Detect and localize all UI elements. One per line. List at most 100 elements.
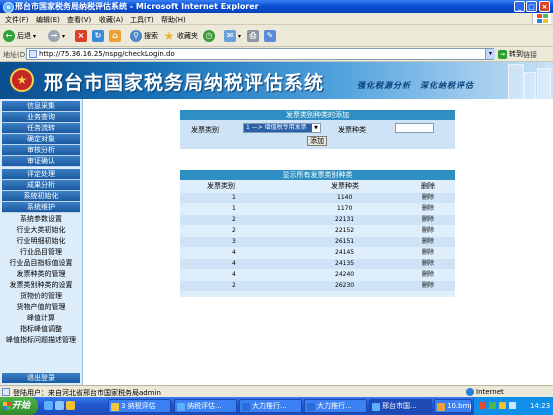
maximize-button[interactable]: □ — [526, 1, 537, 12]
menu-favorites[interactable]: 收藏(A) — [99, 15, 123, 25]
volume-icon[interactable] — [509, 402, 516, 409]
menu-view[interactable]: 查看(V) — [67, 15, 91, 25]
address-input[interactable]: http://75.36.16.25/nspg/checkLogin.do — [26, 48, 494, 60]
refresh-button[interactable]: ↻ — [92, 28, 106, 44]
menu-info-collection[interactable]: 信息采集 — [2, 101, 80, 112]
logout-button[interactable]: 退出登录 — [2, 373, 80, 383]
start-button[interactable]: 开始 — [0, 397, 38, 415]
print-button[interactable]: ⎙ — [247, 28, 261, 44]
forward-button[interactable]: → ▾ — [48, 28, 65, 44]
globe-icon — [466, 388, 474, 396]
mail-button[interactable]: ✉ ▾ — [224, 28, 241, 44]
menu-audit-analysis[interactable]: 审核分析 — [2, 145, 80, 156]
input-method-icon[interactable] — [499, 402, 506, 409]
building-decoration — [537, 68, 551, 101]
menu-system-init[interactable]: 系统初始化 — [2, 191, 80, 202]
submenu-industry-class-init[interactable]: 行业大类初始化 — [2, 225, 80, 235]
word-icon — [242, 403, 250, 411]
search-icon: ⚲ — [130, 30, 142, 42]
submenu-item-indicator-settings[interactable]: 行业品目指标值设置 — [2, 258, 80, 268]
task-item[interactable]: 邢台市国... — [369, 399, 432, 413]
submenu-industry-detail-init[interactable]: 行业明细初始化 — [2, 236, 80, 246]
submenu-peak-adjust[interactable]: 指标峰值调整 — [2, 324, 80, 334]
menu-tools[interactable]: 工具(T) — [130, 15, 154, 25]
delete-link[interactable]: 删除 — [422, 237, 434, 247]
banner: ★ 邢台市国家税务局纳税评估系统 强化税源分析 深化纳税评估 — [0, 62, 553, 101]
submenu-goods-output[interactable]: 货物产值的管理 — [2, 302, 80, 312]
menu-verification[interactable]: 审证确认 — [2, 156, 80, 167]
cell-species: 22152 — [335, 227, 355, 234]
ie-icon: e — [3, 2, 14, 13]
cell-species: 24135 — [335, 260, 355, 267]
network-icon[interactable] — [489, 402, 496, 409]
banner-slogan: 强化税源分析 深化纳税评估 — [357, 80, 474, 90]
task-item[interactable]: 10.bmp - ... — [434, 399, 472, 413]
submenu-peak-problem-desc[interactable]: 峰值指标问题描述管理 — [2, 335, 80, 345]
search-button[interactable]: ⚲ 搜索 — [130, 28, 158, 44]
delete-link[interactable]: 删除 — [422, 248, 434, 258]
task-label: 邢台市国... — [382, 402, 417, 410]
building-decoration — [508, 64, 524, 101]
close-button[interactable]: × — [539, 1, 550, 12]
cell-type: 2 — [232, 216, 236, 223]
word-icon — [307, 403, 315, 411]
edit-button[interactable]: ✎ — [264, 28, 278, 44]
menu-result-analysis[interactable]: 成果分析 — [2, 180, 80, 191]
delete-link[interactable]: 删除 — [422, 215, 434, 225]
status-bar: 登陆用户：来自河北省邢台市国家税务局admin Internet — [0, 385, 553, 397]
history-button[interactable]: ◷ — [203, 28, 217, 44]
task-item[interactable]: 3 纳税评估 — [108, 399, 171, 413]
stop-icon: × — [75, 30, 87, 42]
address-dropdown-icon[interactable]: ▾ — [485, 49, 495, 59]
table-row: 4 24145 删除 — [180, 248, 455, 258]
antivirus-icon[interactable] — [479, 402, 486, 409]
delete-link[interactable]: 删除 — [422, 226, 434, 236]
add-button[interactable]: 添加 — [307, 136, 327, 146]
menu-system-maintenance[interactable]: 系统维护 — [2, 202, 80, 213]
menu-help[interactable]: 帮助(H) — [161, 15, 186, 25]
submenu-goods-price[interactable]: 货物价的管理 — [2, 291, 80, 301]
submenu-peak-calc[interactable]: 峰值计算 — [2, 313, 80, 323]
menu-assessment[interactable]: 评定处理 — [2, 169, 80, 180]
desktop-quicklaunch-icon[interactable] — [55, 401, 64, 410]
invoice-type-select[interactable]: 1 —> 增值税专用发票 ▼ — [243, 123, 321, 133]
task-item[interactable]: 纳税评估... — [174, 399, 237, 413]
forward-arrow-icon: → — [48, 30, 60, 42]
delete-link[interactable]: 删除 — [422, 193, 434, 203]
links-button[interactable]: 链接 — [523, 50, 537, 60]
address-label: 地址(D) — [3, 51, 28, 59]
menu-task-flow[interactable]: 任务流转 — [2, 123, 80, 134]
delete-link[interactable]: 删除 — [422, 270, 434, 280]
submenu-param-settings[interactable]: 系统参数设置 — [2, 214, 80, 224]
tax-logo-icon: ★ — [10, 68, 34, 92]
cell-species: 24240 — [335, 271, 355, 278]
task-item[interactable]: 大力推行... — [239, 399, 302, 413]
back-button[interactable]: ← 后退 ▾ — [3, 28, 36, 44]
invoice-species-input[interactable] — [395, 123, 434, 133]
minimize-button[interactable]: _ — [514, 1, 525, 12]
task-item[interactable]: 大力推行... — [304, 399, 367, 413]
submenu-invoice-type-manage[interactable]: 发票种类的管理 — [2, 269, 80, 279]
submenu-invoice-category-settings[interactable]: 发票类别种类的设置 — [2, 280, 80, 290]
menu-edit[interactable]: 编辑(E) — [36, 15, 60, 25]
menu-determine-object[interactable]: 确定对象 — [2, 134, 80, 145]
folder-quicklaunch-icon[interactable] — [66, 401, 75, 410]
delete-link[interactable]: 删除 — [422, 259, 434, 269]
menu-file[interactable]: 文件(F) — [5, 15, 29, 25]
delete-link[interactable]: 删除 — [422, 204, 434, 214]
invoice-type-value: 1 —> 增值税专用发票 — [246, 124, 307, 131]
page-icon — [29, 50, 37, 58]
menu-bar: 文件(F) 编辑(E) 查看(V) 收藏(A) 工具(T) 帮助(H) — [0, 13, 553, 25]
home-button[interactable]: ⌂ — [109, 28, 123, 44]
favorites-label: 收藏夹 — [177, 32, 198, 40]
page-icon — [2, 388, 10, 396]
delete-link[interactable]: 删除 — [422, 281, 434, 291]
go-button[interactable]: → 转到 — [498, 49, 523, 59]
menu-business-query[interactable]: 业务查询 — [2, 112, 80, 123]
back-label: 后退 — [17, 32, 31, 40]
favorites-button[interactable]: ★ 收藏夹 — [163, 28, 198, 44]
ie-quicklaunch-icon[interactable] — [44, 401, 53, 410]
paint-icon — [437, 403, 445, 411]
submenu-industry-item-manage[interactable]: 行业品目管理 — [2, 247, 80, 257]
stop-button[interactable]: × — [75, 28, 89, 44]
